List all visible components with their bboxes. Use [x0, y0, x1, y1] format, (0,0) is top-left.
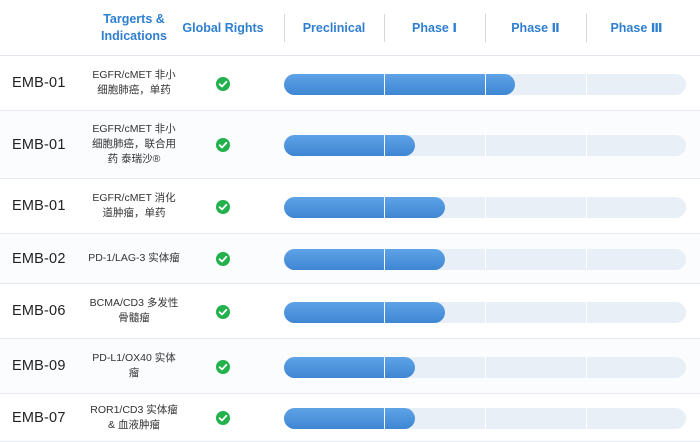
- table-row: EMB-02 PD-1/LAG-3 实体瘤: [0, 234, 700, 284]
- drug-code: EMB-01: [12, 136, 66, 153]
- indication-text: PD-L1/OX40 实体 瘤: [92, 352, 176, 379]
- progress-track: [284, 70, 686, 99]
- phase-divider: [384, 131, 385, 160]
- progress-bar: [284, 135, 415, 156]
- header-phase-preclinical: Preclinical: [302, 20, 366, 35]
- phase-divider: [586, 193, 587, 222]
- phase-divider: [384, 353, 385, 382]
- header-phase-1: Phase Ⅰ: [412, 20, 457, 35]
- pipeline-header: Targerts & Indications Global Rights Pre…: [0, 0, 700, 56]
- header-global-rights: Global Rights: [182, 20, 264, 35]
- phase-divider: [485, 353, 486, 382]
- phase-divider: [586, 70, 587, 99]
- phase-divider: [586, 131, 587, 160]
- indication-text: ROR1/CD3 实体瘤 & 血液肿瘤: [90, 403, 178, 431]
- global-rights-check-icon: [216, 77, 230, 91]
- table-row: EMB-07 ROR1/CD3 实体瘤 & 血液肿瘤: [0, 394, 700, 442]
- table-row: EMB-01 EGFR/cMET 非小 细胞肺癌，联合用 药 泰瑞沙®: [0, 111, 700, 179]
- phase-divider: [485, 131, 486, 160]
- progress-track: [284, 298, 686, 327]
- table-row: EMB-01 EGFR/cMET 非小 细胞肺癌，单药: [0, 56, 700, 111]
- progress-track: [284, 245, 686, 274]
- drug-code: EMB-09: [12, 358, 66, 374]
- global-rights-check-icon: [216, 138, 230, 152]
- progress-bar: [284, 408, 415, 429]
- indication-text: EGFR/cMET 非小 细胞肺癌，联合用 药 泰瑞沙®: [92, 123, 176, 165]
- phase-divider: [586, 404, 587, 433]
- table-row: EMB-01 EGFR/cMET 消化 道肿瘤，单药: [0, 179, 700, 234]
- global-rights-check-icon: [216, 252, 230, 266]
- global-rights-check-icon: [216, 360, 230, 374]
- drug-code: EMB-02: [12, 250, 66, 267]
- progress-bar: [284, 197, 445, 218]
- progress-track: [284, 353, 686, 382]
- phase-divider: [586, 245, 587, 274]
- drug-code: EMB-01: [12, 198, 66, 214]
- progress-bar: [284, 357, 415, 378]
- global-rights-check-icon: [216, 200, 230, 214]
- indication-text: PD-1/LAG-3 实体瘤: [88, 252, 180, 264]
- phase-divider: [384, 193, 385, 222]
- phase-divider: [485, 245, 486, 274]
- drug-code: EMB-06: [12, 303, 66, 319]
- phase-divider: [384, 245, 385, 274]
- global-rights-check-icon: [216, 305, 230, 319]
- progress-track: [284, 404, 686, 433]
- progress-bar: [284, 249, 445, 270]
- phase-divider: [485, 404, 486, 433]
- phase-divider: [485, 298, 486, 327]
- progress-track: [284, 131, 686, 160]
- phase-divider: [586, 353, 587, 382]
- phase-divider: [384, 404, 385, 433]
- table-row: EMB-09 PD-L1/OX40 实体 瘤: [0, 339, 700, 394]
- phase-divider: [485, 70, 486, 99]
- phase-divider: [384, 298, 385, 327]
- phase-divider: [586, 298, 587, 327]
- progress-bar: [284, 302, 445, 323]
- drug-code: EMB-01: [12, 75, 66, 91]
- indication-text: EGFR/cMET 非小 细胞肺癌，单药: [92, 69, 176, 96]
- drug-code: EMB-07: [12, 409, 66, 426]
- progress-bar: [284, 74, 516, 95]
- indication-text: EGFR/cMET 消化 道肿瘤，单药: [92, 192, 176, 219]
- global-rights-check-icon: [216, 411, 230, 425]
- header-targets-indications: Targerts & Indications: [101, 12, 167, 43]
- phase-divider: [384, 70, 385, 99]
- header-phase-3: Phase Ⅲ: [610, 20, 663, 35]
- progress-track: [284, 193, 686, 222]
- table-row: EMB-06 BCMA/CD3 多发性 骨髓瘤: [0, 284, 700, 339]
- phase-divider: [485, 193, 486, 222]
- header-phase-2: Phase Ⅱ: [511, 20, 560, 35]
- indication-text: BCMA/CD3 多发性 骨髓瘤: [89, 297, 179, 324]
